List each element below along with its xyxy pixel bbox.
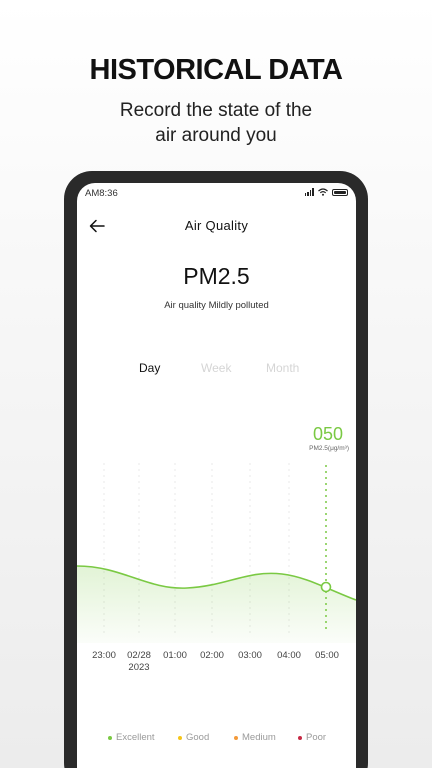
legend-dot [108, 735, 112, 740]
phone-screen: AM8:36 Air Quality PM2.5 Air quality Mil… [77, 183, 356, 768]
promo-title: HISTORICAL DATA [89, 54, 343, 86]
x-tick-label: 23:00 [92, 650, 116, 661]
promo-subtitle-line-2: air around you [155, 125, 277, 146]
air-quality-status: Air quality Mildly polluted [164, 300, 269, 311]
chart-legend: Excellent Good Medium Poor [77, 732, 356, 744]
legend-dot [234, 735, 238, 740]
pm25-chart[interactable] [77, 443, 356, 643]
status-bar: AM8:36 [85, 186, 348, 200]
chart-area-fill [77, 566, 356, 643]
x-tick-label: 03:00 [238, 650, 262, 661]
metric-title: PM2.5 [183, 263, 250, 289]
tab-week[interactable]: Week [201, 361, 231, 375]
legend-item-poor: Poor [298, 732, 326, 743]
battery-icon [332, 188, 348, 196]
x-tick-label: 04:00 [277, 650, 301, 661]
legend-dot [298, 735, 302, 740]
signal-icon [304, 188, 314, 196]
tab-month[interactable]: Month [266, 361, 299, 375]
legend-item-medium: Medium [234, 732, 276, 743]
promo-subtitle-line-1: Record the state of the [119, 100, 313, 121]
selected-data-point[interactable] [320, 581, 332, 593]
legend-dot [178, 735, 182, 740]
promo-subtitle: Record the state of the air around you [0, 98, 432, 148]
legend-item-good: Good [178, 732, 209, 743]
x-tick-label: 02/28 2023 [127, 650, 151, 673]
x-tick-label: 01:00 [163, 650, 187, 661]
legend-item-excellent: Excellent [108, 732, 155, 743]
x-tick-label: 02:00 [200, 650, 224, 661]
tab-day[interactable]: Day [139, 361, 160, 375]
selected-reading-value: 050 [312, 424, 343, 444]
status-time: AM8:36 [85, 188, 118, 199]
x-axis-labels: 23:00 02/28 2023 01:00 02:00 03:00 04:00 … [77, 650, 356, 680]
page-title: Air Quality [184, 218, 249, 233]
status-icons [304, 188, 348, 196]
x-tick-label: 05:00 [315, 650, 339, 661]
period-tabs: Day Week Month [77, 361, 356, 377]
wifi-icon [318, 188, 328, 196]
